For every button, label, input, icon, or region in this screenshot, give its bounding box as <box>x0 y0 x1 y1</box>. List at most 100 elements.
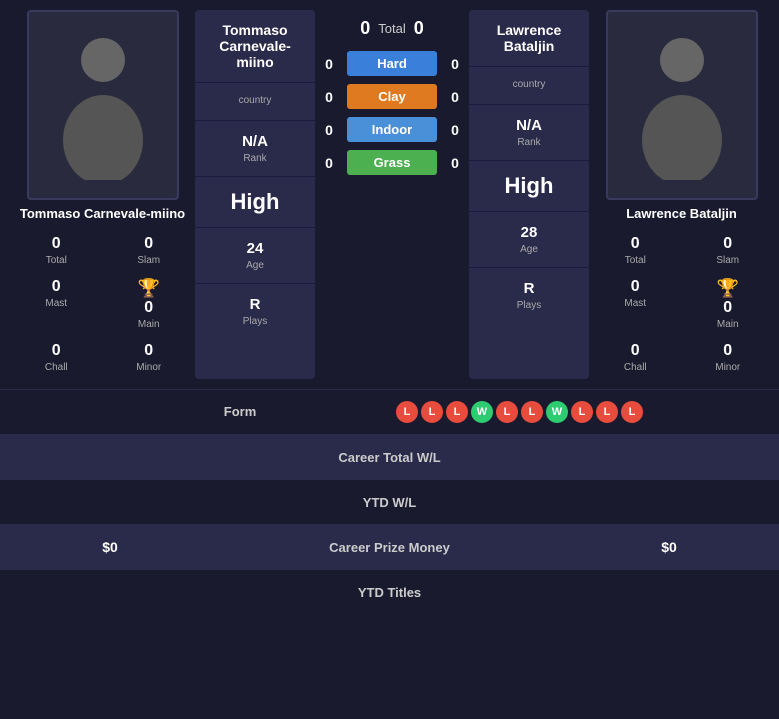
right-slam-cell: 0 Slam <box>682 229 775 272</box>
form-row: Form LLLWLLWLLL <box>0 389 779 434</box>
surface-left-score: 0 <box>319 122 339 138</box>
left-name-header-row: TommasoCarnevale-miino <box>195 10 315 83</box>
right-rank-label: Rank <box>517 137 540 148</box>
right-mast-value: 0 <box>631 278 640 296</box>
form-badge-8: L <box>596 401 618 423</box>
form-badge-6: W <box>546 401 568 423</box>
surface-left-score: 0 <box>319 56 339 72</box>
left-player-avatar <box>27 10 179 200</box>
left-age-value: 24 <box>247 240 264 257</box>
left-total-value: 0 <box>52 235 61 253</box>
left-slam-value: 0 <box>144 235 153 253</box>
left-total-label: Total <box>46 255 67 266</box>
left-age-label: Age <box>246 260 264 271</box>
left-trophy-icon: 🏆 <box>138 278 160 299</box>
left-rank-label: Rank <box>243 153 266 164</box>
right-plays-row: R Plays <box>469 268 589 323</box>
bottom-section: Form LLLWLLWLLL Career Total W/L YTD W/L… <box>0 389 779 614</box>
left-mast-value: 0 <box>52 278 61 296</box>
surface-row-grass: 0 Grass 0 <box>319 150 465 175</box>
ytd-wl-row: YTD W/L <box>0 479 779 524</box>
left-minor-label: Minor <box>136 362 161 373</box>
form-label: Form <box>200 403 280 421</box>
left-mast-label: Mast <box>45 298 67 309</box>
right-name-header-row: LawrenceBataljin <box>469 10 589 67</box>
right-country-row: country <box>469 67 589 105</box>
right-rank-row: N/A Rank <box>469 105 589 161</box>
left-slam-cell: 0 Slam <box>103 229 196 272</box>
left-plays-row: R Plays <box>195 284 315 339</box>
career-total-row: Career Total W/L <box>0 434 779 479</box>
right-total-cell: 0 Total <box>589 229 682 272</box>
left-age-row: 24 Age <box>195 228 315 284</box>
form-badge-5: L <box>521 401 543 423</box>
left-player-name: Tommaso Carnevale-miino <box>20 206 185 221</box>
form-badges: LLLWLLWLLL <box>280 401 759 423</box>
right-age-row: 28 Age <box>469 212 589 268</box>
right-slam-label: Slam <box>716 255 739 266</box>
surface-btn-clay[interactable]: Clay <box>347 84 437 109</box>
surface-right-score: 0 <box>445 122 465 138</box>
left-country-row: country <box>195 83 315 121</box>
left-plays-value: R <box>250 296 261 313</box>
left-trophy-cell: 🏆 0 Main <box>103 272 196 336</box>
center-total-left: 0 <box>360 18 370 39</box>
right-minor-cell: 0 Minor <box>682 336 775 379</box>
right-age-value: 28 <box>521 224 538 241</box>
right-trophy-cell: 🏆 0 Main <box>682 272 775 336</box>
form-badge-0: L <box>396 401 418 423</box>
form-badge-7: L <box>571 401 593 423</box>
right-player-name: Lawrence Bataljin <box>626 206 737 221</box>
surface-left-score: 0 <box>319 155 339 171</box>
right-detail-card: LawrenceBataljin country N/A Rank High 2… <box>469 10 589 379</box>
right-player-avatar <box>606 10 758 200</box>
center-column: 0 Total 0 0 Hard 0 0 Clay 0 0 Indoor 0 0… <box>315 10 469 379</box>
right-mast-cell: 0 Mast <box>589 272 682 336</box>
right-plays-value: R <box>524 280 535 297</box>
left-main-value: 0 <box>144 299 153 317</box>
right-rank-value: N/A <box>516 117 542 134</box>
left-high-value: High <box>231 189 280 215</box>
players-section: Tommaso Carnevale-miino 0 Total 0 Slam 0… <box>0 0 779 389</box>
surface-btn-hard[interactable]: Hard <box>347 51 437 76</box>
right-country-label: country <box>513 79 546 90</box>
right-chall-cell: 0 Chall <box>589 336 682 379</box>
surface-row-clay: 0 Clay 0 <box>319 84 465 109</box>
surface-btn-grass[interactable]: Grass <box>347 150 437 175</box>
right-main-value: 0 <box>723 299 732 317</box>
right-slam-value: 0 <box>723 235 732 253</box>
center-total-right: 0 <box>414 18 424 39</box>
right-age-label: Age <box>520 244 538 255</box>
main-container: Tommaso Carnevale-miino 0 Total 0 Slam 0… <box>0 0 779 614</box>
ytd-titles-row: YTD Titles <box>0 569 779 614</box>
left-high-row: High <box>195 177 315 228</box>
left-chall-value: 0 <box>52 342 61 360</box>
prize-row: $0 Career Prize Money $0 <box>0 524 779 569</box>
form-badge-2: L <box>446 401 468 423</box>
middle-section: TommasoCarnevale-miino country N/A Rank … <box>195 10 589 379</box>
form-badge-1: L <box>421 401 443 423</box>
center-total-label: Total <box>378 21 405 36</box>
right-trophy-icon: 🏆 <box>717 278 739 299</box>
surface-btn-indoor[interactable]: Indoor <box>347 117 437 142</box>
surface-row-indoor: 0 Indoor 0 <box>319 117 465 142</box>
form-badge-3: W <box>471 401 493 423</box>
right-high-value: High <box>505 173 554 199</box>
right-total-label: Total <box>625 255 646 266</box>
surface-row-hard: 0 Hard 0 <box>319 51 465 76</box>
right-minor-value: 0 <box>723 342 732 360</box>
form-badge-4: L <box>496 401 518 423</box>
surface-right-score: 0 <box>445 89 465 105</box>
right-name-header: LawrenceBataljin <box>497 22 562 54</box>
left-chall-label: Chall <box>45 362 68 373</box>
left-rank-value: N/A <box>242 133 268 150</box>
left-rank-row: N/A Rank <box>195 121 315 177</box>
left-detail-card: TommasoCarnevale-miino country N/A Rank … <box>195 10 315 379</box>
right-prize: $0 <box>579 539 759 555</box>
prize-label: Career Prize Money <box>200 540 579 555</box>
form-badge-9: L <box>621 401 643 423</box>
right-high-row: High <box>469 161 589 212</box>
left-country-label: country <box>239 95 272 106</box>
left-chall-cell: 0 Chall <box>10 336 103 379</box>
left-player-card: Tommaso Carnevale-miino 0 Total 0 Slam 0… <box>10 10 195 379</box>
